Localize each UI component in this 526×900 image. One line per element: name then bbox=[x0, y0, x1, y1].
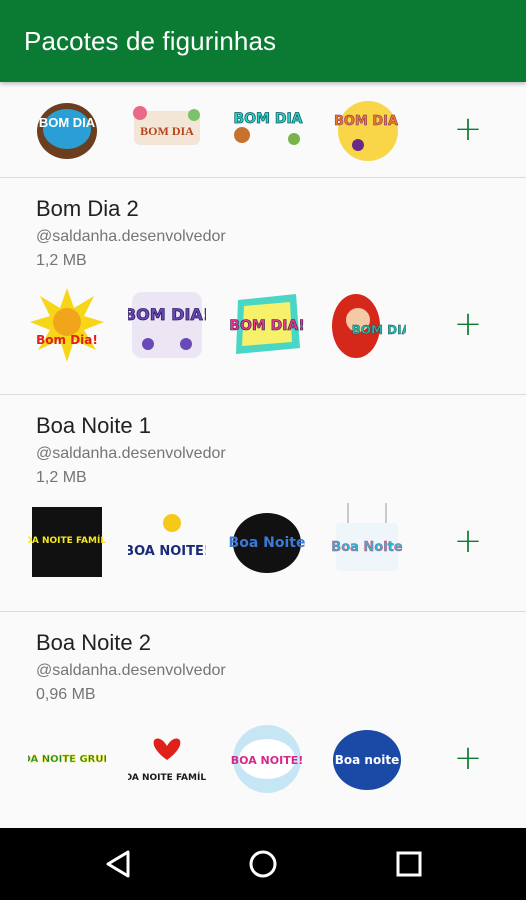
home-icon[interactable] bbox=[245, 846, 281, 882]
sticker-text: BOM DIA bbox=[140, 124, 194, 138]
sticker-boa-noite-moon: BOA NOITE! bbox=[128, 514, 206, 559]
sticker-bom-dia-flowers: BOM DIA bbox=[133, 106, 200, 145]
sticker-pack-item[interactable]: Bom Dia 2 @saldanha.desenvolvedor 1,2 MB… bbox=[0, 178, 526, 395]
add-pack-button[interactable]: + bbox=[448, 521, 488, 561]
add-pack-button[interactable]: + bbox=[448, 738, 488, 778]
add-pack-button[interactable]: + bbox=[448, 109, 488, 149]
sticker-preview-row: BOM DIA BOM DIA BOM DIA BOM DIA bbox=[28, 91, 428, 171]
pack-author: @saldanha.desenvolvedor bbox=[36, 228, 226, 245]
sticker-preview-row: BOA NOITE GRUPO BOA NOITE FAMÍLIA BOA NO… bbox=[28, 720, 428, 800]
sticker-pack-list[interactable]: BOM DIA BOM DIA BOM DIA BOM DIA + Bom Di… bbox=[0, 82, 526, 828]
sticker-text: BOM DIA bbox=[39, 115, 96, 130]
sticker-bom-dia-girl: BOM DIA! bbox=[332, 294, 406, 358]
sticker-bom-dia-purple: BOM DIA! bbox=[128, 292, 206, 358]
pack-name: Boa Noite 2 bbox=[36, 630, 151, 655]
sticker-bom-dia-sunburst: Bom Dia! bbox=[30, 288, 104, 362]
sticker-text: BOM DIA! bbox=[128, 305, 206, 324]
app-title: Pacotes de figurinhas bbox=[24, 25, 277, 56]
sticker-bom-dia-cyan: BOM DIA bbox=[233, 111, 303, 145]
pack-author: @saldanha.desenvolvedor bbox=[36, 445, 226, 462]
sticker-boa-noite-grupo: BOA NOITE GRUPO bbox=[28, 754, 106, 766]
sticker-bom-dia-colorful: BOM DIA! bbox=[229, 294, 305, 354]
sticker-bom-dia-sun: BOM DIA bbox=[334, 101, 398, 161]
sticker-text: BOM DIA! bbox=[352, 323, 406, 337]
app-bar: Pacotes de figurinhas bbox=[0, 0, 526, 82]
sticker-boa-noite-hanging: Boa Noite bbox=[331, 503, 403, 571]
sticker-boa-noite-black: Boa Noite bbox=[229, 513, 306, 573]
sticker-text: Bom Dia! bbox=[36, 333, 98, 347]
back-icon[interactable] bbox=[102, 846, 138, 882]
sticker-preview-row: Bom Dia! BOM DIA! BOM DIA! BOM DIA! bbox=[28, 286, 428, 366]
sticker-text: BOM DIA! bbox=[229, 318, 304, 334]
sticker-text: BOM DIA bbox=[334, 114, 398, 129]
pack-size: 1,2 MB bbox=[36, 252, 87, 269]
sticker-boa-noite-blue: Boa noite bbox=[333, 730, 401, 790]
pack-size: 0,96 MB bbox=[36, 686, 96, 703]
sticker-pack-item[interactable]: Boa Noite 1 @saldanha.desenvolvedor 1,2 … bbox=[0, 395, 526, 612]
sticker-text: BOA NOITE! bbox=[231, 754, 303, 767]
sticker-text: BOA NOITE GRUPO bbox=[28, 754, 106, 765]
pack-author: @saldanha.desenvolvedor bbox=[36, 662, 226, 679]
sticker-boa-noite-familia-heart: BOA NOITE FAMÍLIA bbox=[128, 738, 206, 783]
sticker-pack-item[interactable]: BOM DIA BOM DIA BOM DIA BOM DIA + bbox=[0, 82, 526, 178]
system-nav-bar bbox=[0, 828, 526, 900]
sticker-text: Boa Noite bbox=[331, 540, 403, 555]
sticker-text: Boa Noite bbox=[229, 535, 306, 551]
pack-name: Bom Dia 2 bbox=[36, 196, 139, 221]
sticker-text: BOM DIA bbox=[233, 111, 302, 127]
sticker-boa-noite-familia: BOA NOITE FAMÍLIA bbox=[28, 507, 106, 577]
sticker-text: BOA NOITE FAMÍLIA bbox=[28, 534, 106, 546]
pack-name: Boa Noite 1 bbox=[36, 413, 151, 438]
recents-icon[interactable] bbox=[391, 846, 427, 882]
sticker-text: BOA NOITE! bbox=[128, 544, 206, 559]
sticker-boa-noite-circle: BOA NOITE! bbox=[231, 725, 303, 793]
pack-size: 1,2 MB bbox=[36, 469, 87, 486]
sticker-preview-row: BOA NOITE FAMÍLIA BOA NOITE! Boa Noite B… bbox=[28, 503, 428, 583]
sticker-bom-dia-coffee: BOM DIA bbox=[37, 103, 97, 159]
sticker-text: Boa noite bbox=[335, 753, 399, 767]
add-pack-button[interactable]: + bbox=[448, 304, 488, 344]
sticker-pack-item[interactable]: Boa Noite 2 @saldanha.desenvolvedor 0,96… bbox=[0, 612, 526, 828]
sticker-text: BOA NOITE FAMÍLIA bbox=[128, 771, 206, 783]
